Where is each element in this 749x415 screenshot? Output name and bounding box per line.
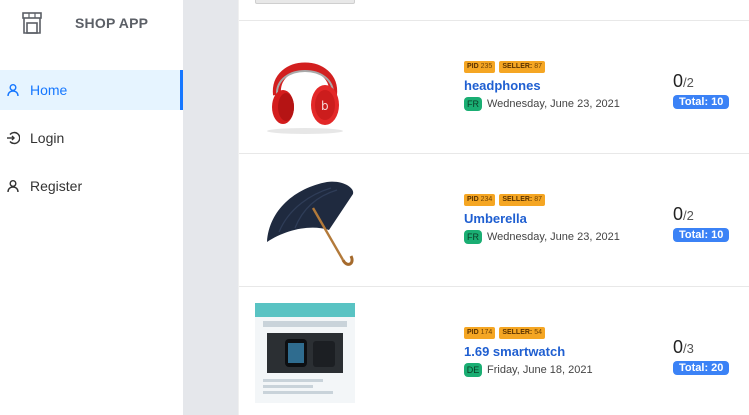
top-button[interactable] (255, 0, 355, 4)
app-title: SHOP APP (75, 15, 149, 31)
sidebar-nav: Home Login Register (0, 70, 183, 214)
product-date: Wednesday, June 23, 2021 (487, 98, 620, 110)
stock-count: 0/2 Total: 10 (673, 71, 730, 110)
product-list: b PID 235 SELLER: 87 headphones FR Wedne… (238, 0, 749, 415)
product-title[interactable]: Umberella (464, 211, 664, 226)
country-badge: DE (464, 363, 482, 377)
sidebar-item-login[interactable]: Login (0, 118, 183, 158)
product-date: Wednesday, June 23, 2021 (487, 231, 620, 243)
product-meta: PID 234 SELLER: 87 Umberella FR Wednesda… (464, 194, 664, 244)
pid-badge: PID 174 (464, 327, 496, 339)
login-icon (6, 131, 20, 145)
sidebar-item-label: Login (30, 130, 65, 146)
list-item[interactable]: b PID 235 SELLER: 87 headphones FR Wedne… (239, 20, 749, 153)
brand[interactable]: SHOP APP (0, 0, 183, 46)
total-badge: Total: 10 (673, 95, 730, 109)
product-meta: PID 235 SELLER: 87 headphones FR Wednesd… (464, 61, 664, 111)
product-sub: FR Wednesday, June 23, 2021 (464, 230, 664, 244)
count-value: 0 (673, 71, 684, 91)
product-sub: FR Wednesday, June 23, 2021 (464, 97, 664, 111)
seller-badge: SELLER: 87 (499, 61, 546, 73)
count-value: 0 (673, 204, 684, 224)
shop-icon (22, 12, 42, 34)
count-of: /2 (683, 75, 694, 90)
product-sub: DE Friday, June 18, 2021 (464, 363, 664, 377)
count-of: /2 (683, 208, 694, 223)
sidebar-item-home[interactable]: Home (0, 70, 183, 110)
product-title[interactable]: headphones (464, 78, 664, 93)
list-item[interactable]: PID 174 SELLER: 54 1.69 smartwatch DE Fr… (239, 286, 749, 415)
product-image-umbrella (255, 170, 355, 270)
badges: PID 174 SELLER: 54 (464, 327, 664, 339)
total-badge: Total: 10 (673, 228, 730, 242)
count-value: 0 (673, 337, 684, 357)
country-badge: FR (464, 97, 482, 111)
seller-badge: SELLER: 87 (499, 194, 546, 206)
total-badge: Total: 20 (673, 361, 730, 375)
svg-text:b: b (321, 99, 329, 113)
badges: PID 234 SELLER: 87 (464, 194, 664, 206)
product-title[interactable]: 1.69 smartwatch (464, 344, 664, 359)
sidebar: SHOP APP Home Login Register (0, 0, 183, 415)
count-of: /3 (683, 341, 694, 356)
product-image-headphones: b (255, 37, 355, 137)
stock-count: 0/3 Total: 20 (673, 337, 730, 376)
sidebar-item-label: Home (30, 82, 68, 98)
user-icon (6, 179, 20, 193)
product-meta: PID 174 SELLER: 54 1.69 smartwatch DE Fr… (464, 327, 664, 377)
product-image-smartwatch (255, 303, 355, 403)
seller-badge: SELLER: 54 (499, 327, 546, 339)
badges: PID 235 SELLER: 87 (464, 61, 664, 73)
country-badge: FR (464, 230, 482, 244)
stock-count: 0/2 Total: 10 (673, 204, 730, 243)
pid-badge: PID 235 (464, 61, 496, 73)
product-date: Friday, June 18, 2021 (487, 364, 593, 376)
sidebar-item-label: Register (30, 178, 83, 194)
list-item[interactable]: PID 234 SELLER: 87 Umberella FR Wednesda… (239, 153, 749, 286)
user-icon (6, 83, 20, 97)
pid-badge: PID 234 (464, 194, 496, 206)
sidebar-item-register[interactable]: Register (0, 166, 183, 206)
